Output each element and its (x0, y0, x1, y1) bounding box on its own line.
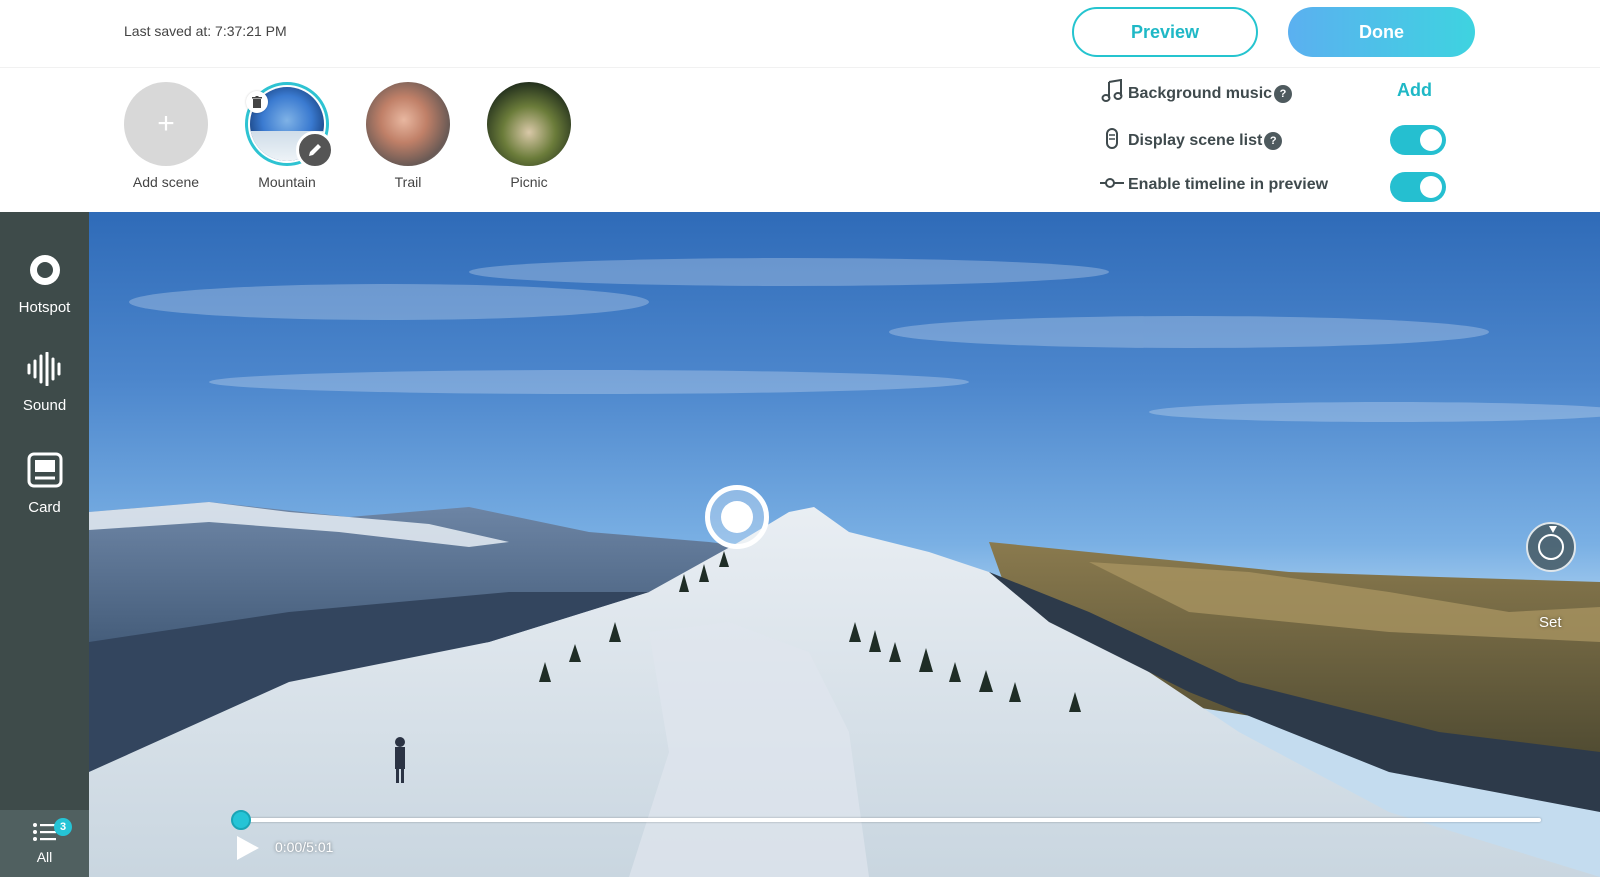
compass-icon[interactable] (1526, 522, 1576, 572)
all-items-button[interactable]: 3 All (0, 810, 89, 877)
display-scene-list-label: Display scene list (1128, 132, 1263, 149)
background-music-setting: Background music ? (1098, 78, 1293, 109)
add-scene-label: Add scene (132, 174, 200, 190)
add-scene-item[interactable]: + Add scene (121, 82, 211, 190)
enable-timeline-label: Enable timeline in preview (1128, 175, 1329, 193)
display-scene-list-setting: Display scene list ? (1098, 126, 1283, 156)
trash-icon[interactable] (246, 91, 268, 113)
scene-thumbnail[interactable] (245, 82, 334, 169)
music-note-icon (1098, 78, 1126, 109)
scene-list-icon (1098, 126, 1126, 156)
sound-tool-button[interactable]: Sound (0, 351, 89, 414)
compass-notch (1549, 526, 1557, 533)
trail-thumbnail-image[interactable] (366, 82, 450, 166)
panorama-viewer[interactable]: Set 0:00/5:01 (89, 212, 1600, 877)
compass-ring (1538, 534, 1564, 560)
enable-timeline-toggle[interactable] (1390, 172, 1446, 202)
tool-sidebar: Hotspot Sound Card 3 All (0, 212, 89, 877)
add-scene-button[interactable]: + (124, 82, 208, 166)
last-saved-status: Last saved at: 7:37:21 PM (124, 23, 287, 39)
plus-icon: + (157, 107, 175, 140)
toggle-knob (1420, 176, 1442, 198)
card-tool-label: Card (28, 499, 61, 516)
hotspot-tool-label: Hotspot (18, 299, 71, 316)
playback-time: 0:00/5:01 (275, 839, 334, 855)
done-button[interactable]: Done (1288, 7, 1475, 57)
background-music-label: Background music (1128, 85, 1273, 102)
picnic-thumbnail-image[interactable] (487, 82, 571, 166)
hotspot-marker-center (721, 501, 753, 533)
toggle-knob (1420, 129, 1442, 151)
timeline-icon (1098, 173, 1126, 196)
sound-tool-label: Sound (22, 397, 67, 414)
top-bar: Last saved at: 7:37:21 PM Preview Done (0, 0, 1600, 68)
scene-label: Trail (394, 174, 422, 190)
panorama-image (89, 258, 1600, 877)
hotspot-tool-button[interactable]: Hotspot (0, 252, 89, 316)
card-icon (27, 452, 62, 488)
display-scene-list-toggle[interactable] (1390, 125, 1446, 155)
help-icon[interactable]: ? (1264, 132, 1283, 150)
timeline-track[interactable] (240, 818, 1541, 822)
item-count-badge: 3 (54, 818, 72, 836)
scene-item-trail[interactable]: Trail (363, 82, 453, 190)
scene-item-picnic[interactable]: Picnic (484, 82, 574, 190)
edit-pencil-icon[interactable] (296, 131, 334, 169)
hotspot-icon (29, 255, 60, 285)
hotspot-marker[interactable] (705, 485, 769, 549)
timeline-scrubber[interactable] (231, 810, 251, 830)
card-tool-button[interactable]: Card (0, 452, 89, 516)
set-view-label[interactable]: Set (1539, 614, 1562, 631)
enable-timeline-setting: Enable timeline in preview (1098, 173, 1328, 196)
scene-label: Picnic (510, 174, 548, 190)
scene-label: Mountain (258, 174, 316, 190)
preview-button[interactable]: Preview (1072, 7, 1258, 57)
all-items-label: All (36, 849, 53, 865)
sound-wave-icon (27, 351, 60, 387)
scene-list: + Add scene Mountain Trail Picnic (0, 68, 1600, 212)
help-icon[interactable]: ? (1274, 85, 1293, 103)
add-music-link[interactable]: Add (1397, 80, 1432, 101)
scene-item-mountain[interactable]: Mountain (242, 82, 334, 190)
play-icon[interactable] (237, 836, 259, 860)
